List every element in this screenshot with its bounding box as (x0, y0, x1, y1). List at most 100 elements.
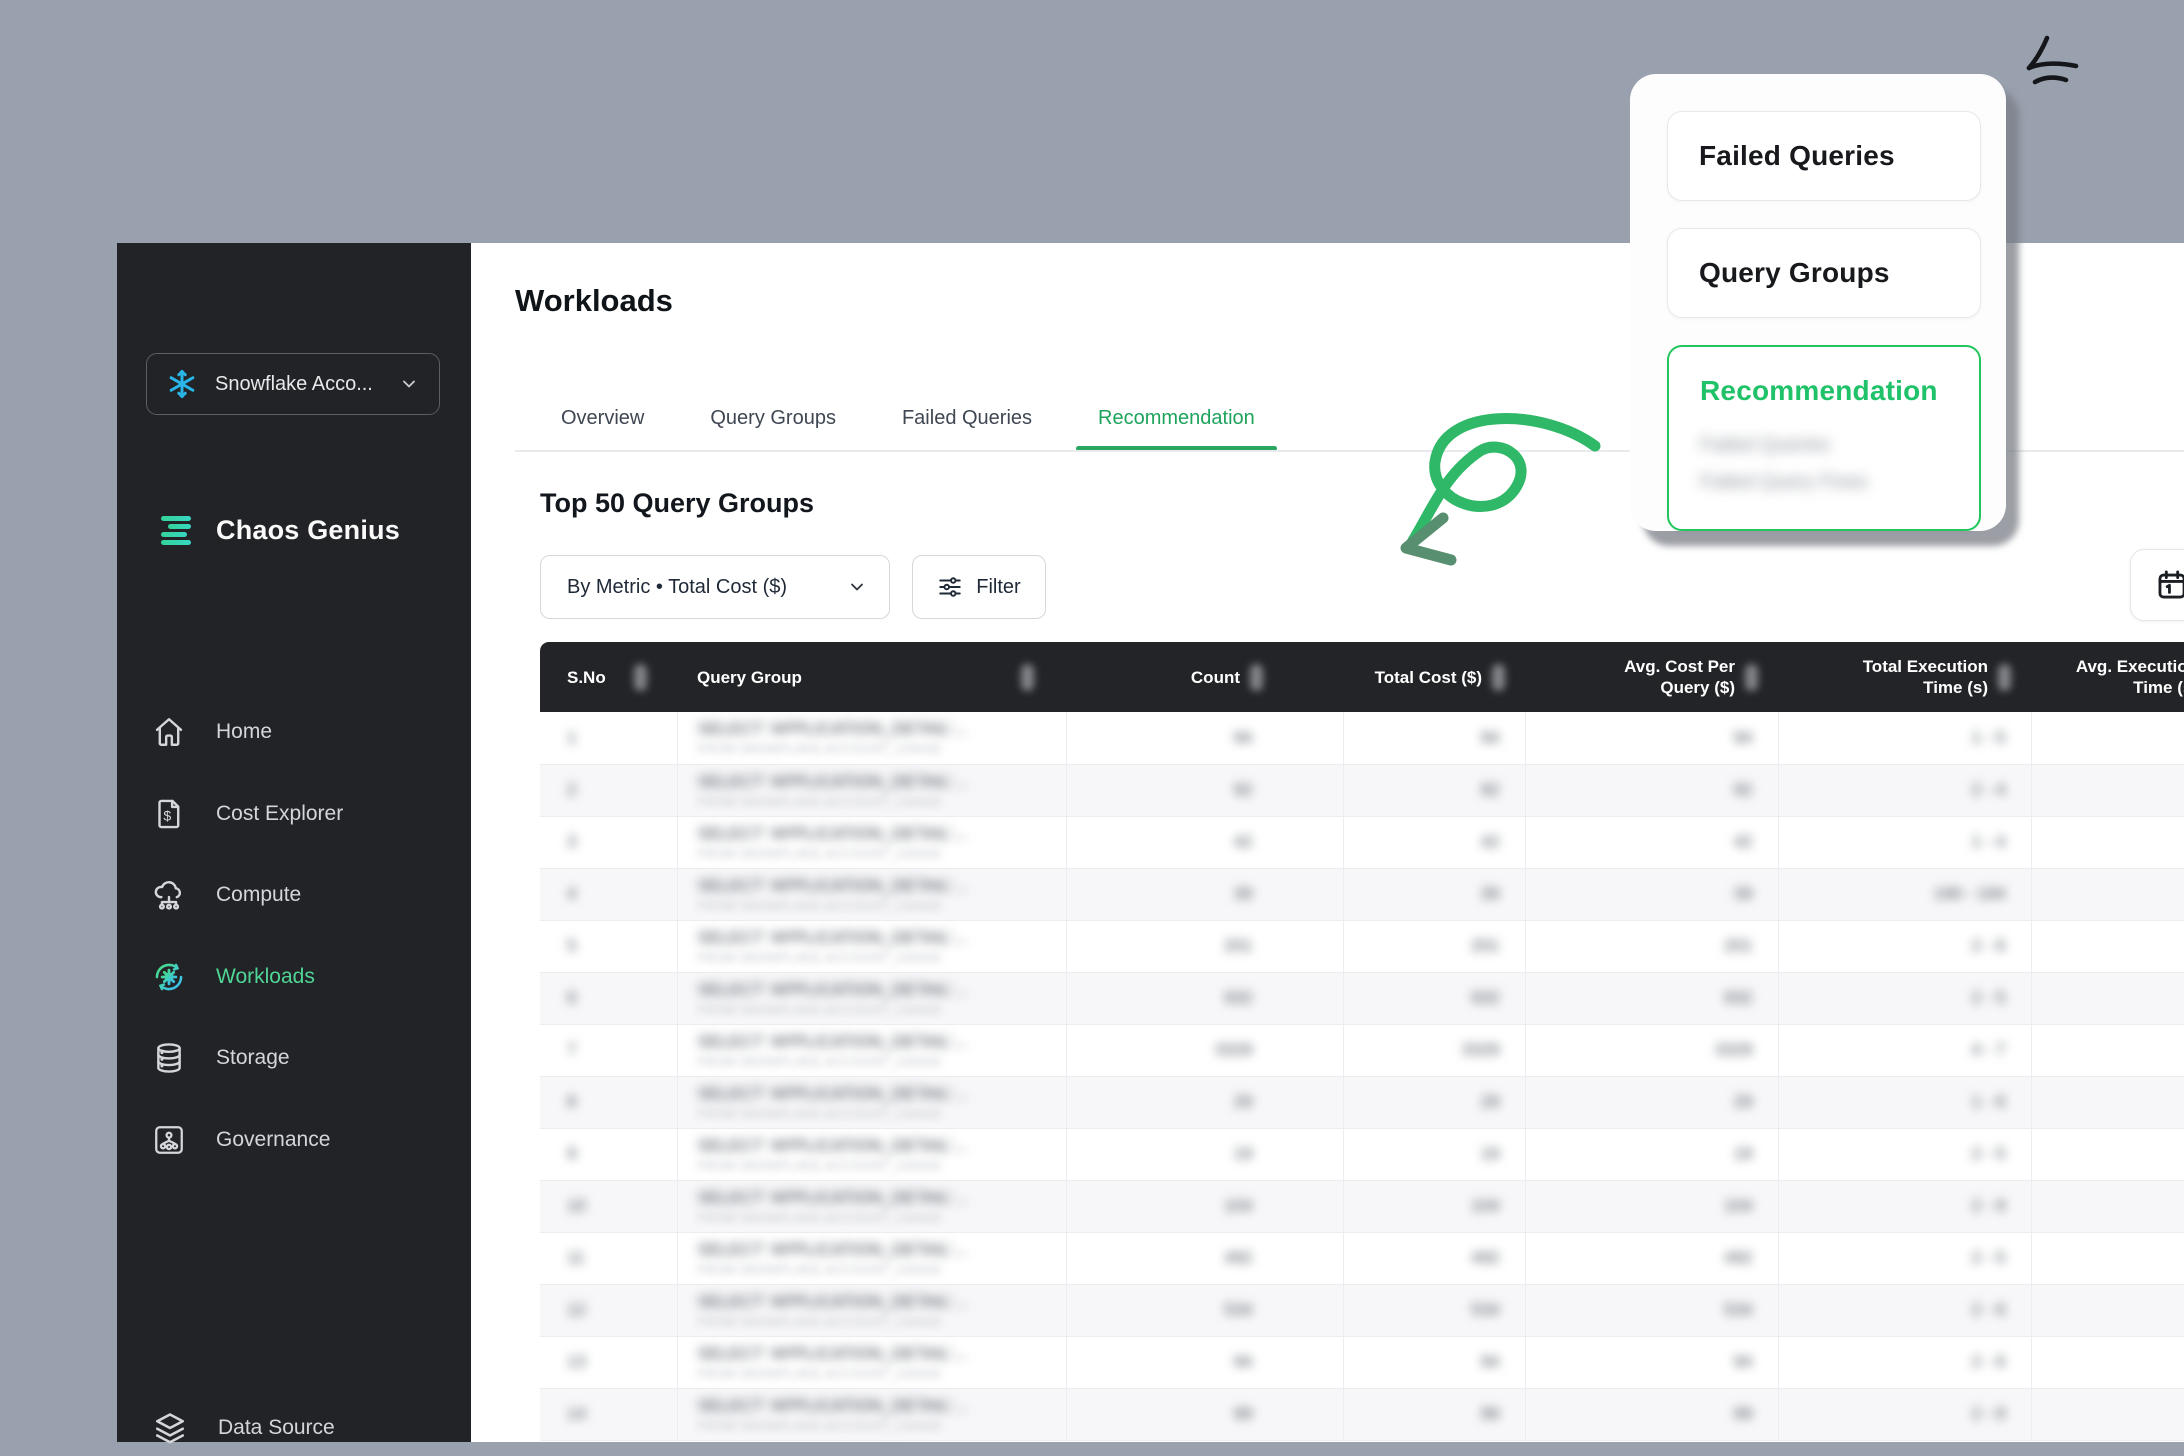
tab-recommendation[interactable]: Recommendation (1076, 392, 1277, 444)
table-header-row: S.NoQuery GroupCountTotal Cost ($)Avg. C… (540, 642, 2184, 712)
column-header-count[interactable]: Count (1066, 642, 1343, 712)
cell-sno: 3 (540, 816, 677, 868)
popup-option-query-groups[interactable]: Query Groups (1667, 228, 1981, 318)
table-row[interactable]: 9SELECT 'APPLICATION_DETAIL'...FROM SNOW… (540, 1128, 2184, 1180)
tab-bar: Overview Query Groups Failed Queries Recomm… (539, 392, 1277, 444)
sort-icon[interactable] (1250, 664, 1263, 691)
cell-sno: 13 (540, 1336, 677, 1388)
snowflake-icon (167, 369, 197, 399)
tab-query-groups[interactable]: Query Groups (688, 392, 858, 444)
sidebar-item-label: Home (216, 720, 272, 744)
cell-count: 99 (1066, 1388, 1343, 1440)
table-row[interactable]: 5SELECT 'APPLICATION_DETAIL'...FROM SNOW… (540, 920, 2184, 972)
desktop: { "colors": { "desktop_background": "#99… (0, 0, 2184, 1442)
cell-count: 94 (1066, 1336, 1343, 1388)
cell-query-group: SELECT 'APPLICATION_DETAIL'...FROM SNOWF… (677, 1076, 1066, 1128)
sidebar-item-compute[interactable]: Compute (152, 867, 451, 923)
sidebar-item-workloads[interactable]: Workloads (152, 949, 451, 1005)
popup-option-recommendation[interactable]: Recommendation Failed QueriesFailed Query… (1667, 345, 1981, 531)
sort-icon[interactable] (1745, 664, 1758, 691)
table-row[interactable]: 10SELECT 'APPLICATION_DETAIL'...FROM SNO… (540, 1180, 2184, 1232)
table-row[interactable]: 14SELECT 'APPLICATION_DETAIL'...FROM SNO… (540, 1388, 2184, 1440)
chevron-down-icon (847, 577, 867, 597)
query-groups-table: S.NoQuery GroupCountTotal Cost ($)Avg. C… (540, 642, 2184, 1441)
popup-option-label: Recommendation (1700, 375, 1979, 407)
storage-icon (152, 1041, 186, 1075)
page-title: Workloads (515, 283, 673, 319)
column-header-total_cost[interactable]: Total Cost ($) (1343, 642, 1525, 712)
sidebar-item-home[interactable]: Home (152, 704, 451, 760)
table-row[interactable]: 12SELECT 'APPLICATION_DETAIL'...FROM SNO… (540, 1284, 2184, 1336)
cell-avg-cost: 492 (1525, 1232, 1778, 1284)
column-header-query[interactable]: Query Group (677, 642, 1066, 712)
cell-query-group: SELECT 'APPLICATION_DETAIL'...FROM SNOWF… (677, 712, 1066, 764)
table-row[interactable]: 4SELECT 'APPLICATION_DETAIL'...FROM SNOW… (540, 868, 2184, 920)
cell-count: 92 (1066, 764, 1343, 816)
popup-option-sublines-redacted: Failed QueriesFailed Query Fixes (1700, 427, 1979, 501)
cell-count: 19 (1066, 1128, 1343, 1180)
sort-icon[interactable] (1021, 664, 1034, 691)
sidebar-item-data-source[interactable]: Data Source (152, 1400, 335, 1456)
table-row[interactable]: 8SELECT 'APPLICATION_DETAIL'...FROM SNOW… (540, 1076, 2184, 1128)
cell-sno: 7 (540, 1024, 677, 1076)
cell-sno: 11 (540, 1232, 677, 1284)
table-body: 1SELECT 'APPLICATION_DETAIL'...FROM SNOW… (540, 712, 2184, 1440)
cell-sno: 5 (540, 920, 677, 972)
sidebar-item-governance[interactable]: Governance (152, 1112, 451, 1168)
sidebar-item-cost-explorer[interactable]: $ Cost Explorer (152, 786, 451, 842)
cell-avg-exec-time (2031, 764, 2184, 816)
table-row[interactable]: 7SELECT 'APPLICATION_DETAIL'...FROM SNOW… (540, 1024, 2184, 1076)
cell-query-group: SELECT 'APPLICATION_DETAIL'...FROM SNOWF… (677, 1024, 1066, 1076)
cell-sno: 10 (540, 1180, 677, 1232)
cell-count: 29 (1066, 1076, 1343, 1128)
column-header-avg_exec[interactable]: Avg. Execution Time (s) (2031, 642, 2184, 712)
cell-query-group: SELECT 'APPLICATION_DETAIL'...FROM SNOWF… (677, 1284, 1066, 1336)
cell-total-exec-time: 190 - 194 (1778, 868, 2031, 920)
cell-avg-exec-time (2031, 1232, 2184, 1284)
cell-avg-cost: 19 (1525, 1128, 1778, 1180)
column-header-sno[interactable]: S.No (540, 642, 677, 712)
table-row[interactable]: 11SELECT 'APPLICATION_DETAIL'...FROM SNO… (540, 1232, 2184, 1284)
cell-total-cost: 3329 (1343, 1024, 1525, 1076)
column-header-total_exec[interactable]: Total Execution Time (s) (1778, 642, 2031, 712)
table-row[interactable]: 6SELECT 'APPLICATION_DETAIL'...FROM SNOW… (540, 972, 2184, 1024)
sidebar-item-storage[interactable]: Storage (152, 1030, 451, 1086)
cell-avg-cost: 534 (1525, 1284, 1778, 1336)
cell-query-group: SELECT 'APPLICATION_DETAIL'...FROM SNOWF… (677, 1232, 1066, 1284)
popup-option-failed-queries[interactable]: Failed Queries (1667, 111, 1981, 201)
cell-total-exec-time: 2 - 6 (1778, 1284, 2031, 1336)
sidebar-item-label: Cost Explorer (216, 802, 343, 826)
table-row[interactable]: 1SELECT 'APPLICATION_DETAIL'...FROM SNOW… (540, 712, 2184, 764)
date-range-button[interactable] (2130, 549, 2184, 621)
column-header-avg_cost[interactable]: Avg. Cost Per Query ($) (1525, 642, 1778, 712)
svg-text:$: $ (163, 808, 171, 824)
cell-avg-exec-time (2031, 712, 2184, 764)
cell-total-exec-time: 1 - 5 (1778, 712, 2031, 764)
tab-failed-queries[interactable]: Failed Queries (880, 392, 1054, 444)
metric-dropdown[interactable]: By Metric • Total Cost ($) (540, 555, 890, 619)
cell-avg-exec-time (2031, 1180, 2184, 1232)
cell-avg-cost: 42 (1525, 816, 1778, 868)
cell-sno: 1 (540, 712, 677, 764)
popup-option-label: Failed Queries (1699, 140, 1980, 172)
sort-icon[interactable] (1492, 664, 1505, 691)
sort-icon[interactable] (634, 664, 647, 691)
table-row[interactable]: 2SELECT 'APPLICATION_DETAIL'...FROM SNOW… (540, 764, 2184, 816)
cell-query-group: SELECT 'APPLICATION_DETAIL'...FROM SNOWF… (677, 1180, 1066, 1232)
column-label: Total Execution Time (s) (1828, 656, 1988, 698)
cell-sno: 12 (540, 1284, 677, 1336)
popup-option-label: Query Groups (1699, 257, 1980, 289)
sidebar: Chaos Genius Snowflake Acco... Home$Cost… (117, 243, 471, 1442)
table-row[interactable]: 13SELECT 'APPLICATION_DETAIL'...FROM SNO… (540, 1336, 2184, 1388)
section-heading: Top 50 Query Groups (540, 488, 814, 519)
cell-query-group: SELECT 'APPLICATION_DETAIL'...FROM SNOWF… (677, 1128, 1066, 1180)
cost-explorer-icon: $ (152, 797, 186, 831)
table-row[interactable]: 3SELECT 'APPLICATION_DETAIL'...FROM SNOW… (540, 816, 2184, 868)
metric-dropdown-value: By Metric • Total Cost ($) (567, 576, 833, 599)
sort-icon[interactable] (1998, 664, 2011, 691)
cell-total-cost: 94 (1343, 712, 1525, 764)
filter-button[interactable]: Filter (912, 555, 1046, 619)
account-selector[interactable]: Snowflake Acco... (146, 353, 440, 415)
tab-overview[interactable]: Overview (539, 392, 666, 444)
cell-avg-exec-time (2031, 1128, 2184, 1180)
